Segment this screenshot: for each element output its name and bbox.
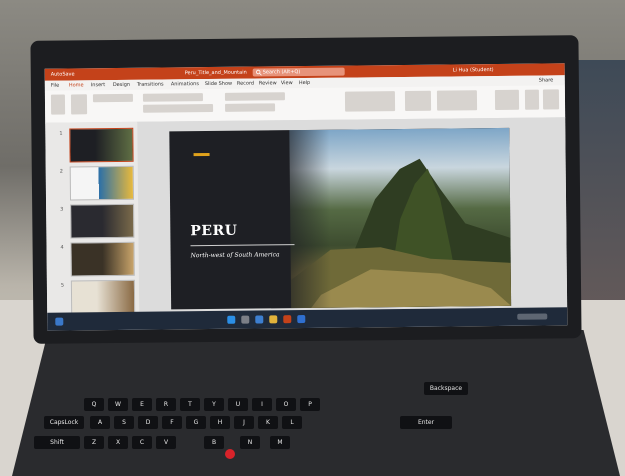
key-d[interactable]: D [138,416,158,429]
key-q[interactable]: Q [84,398,104,411]
key-enter[interactable]: Enter [400,416,452,429]
key-e[interactable]: E [132,398,152,411]
shapes-gallery[interactable] [344,91,396,112]
font-format-buttons[interactable] [143,103,214,113]
powerpoint-icon[interactable] [283,315,292,324]
key-n[interactable]: N [240,436,260,449]
key-v[interactable]: V [156,436,176,449]
document-title: Peru_Title_and_Mountain [184,69,247,77]
widgets-icon[interactable] [55,317,64,326]
tab-view[interactable]: View [281,80,293,86]
arrange-button[interactable] [404,90,432,111]
key-o[interactable]: O [276,398,296,411]
laptop-screen: AutoSave Peru_Title_and_Mountain Search … [44,63,568,331]
trackpoint[interactable] [225,449,235,459]
font-family-select[interactable] [142,93,203,102]
key-g[interactable]: G [186,416,206,429]
tab-help[interactable]: Help [299,80,310,86]
key-shift[interactable]: Shift [34,436,80,449]
key-a[interactable]: A [90,416,110,429]
key-m[interactable]: M [270,436,290,449]
slide-thumbnails: 1 2 3 4 5 [45,121,140,315]
system-tray[interactable] [517,313,548,320]
autosave-toggle[interactable]: AutoSave [51,71,75,77]
file-explorer-icon[interactable] [269,315,278,324]
search-placeholder: Search (Alt+Q) [262,69,301,76]
key-i[interactable]: I [252,398,272,411]
user-account[interactable]: Li Hua (Student) [453,67,494,73]
thumbnail-number: 5 [60,282,65,289]
edge-icon[interactable] [255,315,264,324]
search-icon[interactable] [241,315,250,324]
thumbnail-number: 2 [59,168,63,175]
key-x[interactable]: X [108,436,128,449]
tab-transitions[interactable]: Transitions [137,81,164,87]
keyboard: Q W E R T Y U I O P Backspace CapsLock A… [34,372,564,476]
designer-button[interactable] [542,89,560,110]
tab-animations[interactable]: Animations [171,81,199,87]
key-u[interactable]: U [228,398,248,411]
share-button[interactable]: Share [539,77,553,83]
thumbnail-number: 3 [60,206,64,213]
layout-button[interactable] [92,93,133,103]
tab-record[interactable]: Record [237,81,254,87]
quick-styles-button[interactable] [436,90,478,111]
key-h[interactable]: H [210,416,230,429]
new-slide-button[interactable] [70,94,88,115]
thumbnail-number: 4 [60,244,64,251]
key-backspace[interactable]: Backspace [424,382,468,395]
tab-slide-show[interactable]: Slide Show [205,81,232,87]
key-r[interactable]: R [156,398,176,411]
key-s[interactable]: S [114,416,134,429]
slide-subtitle: North-west of South America [190,251,280,260]
alignment-buttons[interactable] [225,103,276,112]
key-z[interactable]: Z [84,436,104,449]
tab-review[interactable]: Review [259,80,277,86]
tab-design[interactable]: Design [113,82,130,88]
search-input[interactable]: Search (Alt+Q) [252,67,345,77]
key-p[interactable]: P [300,398,320,411]
key-t[interactable]: T [180,398,200,411]
dictate-button[interactable] [524,89,540,110]
slide-title: PERU [190,222,238,240]
key-y[interactable]: Y [204,398,224,411]
key-c[interactable]: C [132,436,152,449]
thumbnail-slide-4[interactable] [70,241,135,277]
key-b[interactable]: B [204,436,224,449]
tab-home[interactable]: Home [69,82,84,88]
key-w[interactable]: W [108,398,128,411]
thumbnail-slide-2[interactable] [69,165,135,201]
accent-bar [193,153,210,157]
search-icon [255,69,262,76]
paste-button[interactable] [50,94,66,115]
start-icon[interactable] [227,315,236,324]
photo-fade [269,129,332,309]
thumbnail-slide-3[interactable] [70,203,135,239]
key-l[interactable]: L [282,416,302,429]
key-k[interactable]: K [258,416,278,429]
key-capslock[interactable]: CapsLock [44,416,84,429]
thumbnail-number: 1 [59,130,63,137]
tab-insert[interactable]: Insert [91,82,105,88]
paragraph-buttons[interactable] [224,92,285,101]
current-slide[interactable]: PERU North-west of South America [169,127,512,310]
photo: AutoSave Peru_Title_and_Mountain Search … [0,0,625,476]
thumbnail-slide-1[interactable] [69,127,134,163]
editing-group[interactable] [494,89,520,111]
key-j[interactable]: J [234,416,254,429]
slide-canvas: PERU North-west of South America [137,117,568,312]
thumbnail-slide-5[interactable] [70,279,136,315]
tab-file[interactable]: File [51,83,59,89]
word-icon[interactable] [297,315,306,324]
key-f[interactable]: F [162,416,182,429]
